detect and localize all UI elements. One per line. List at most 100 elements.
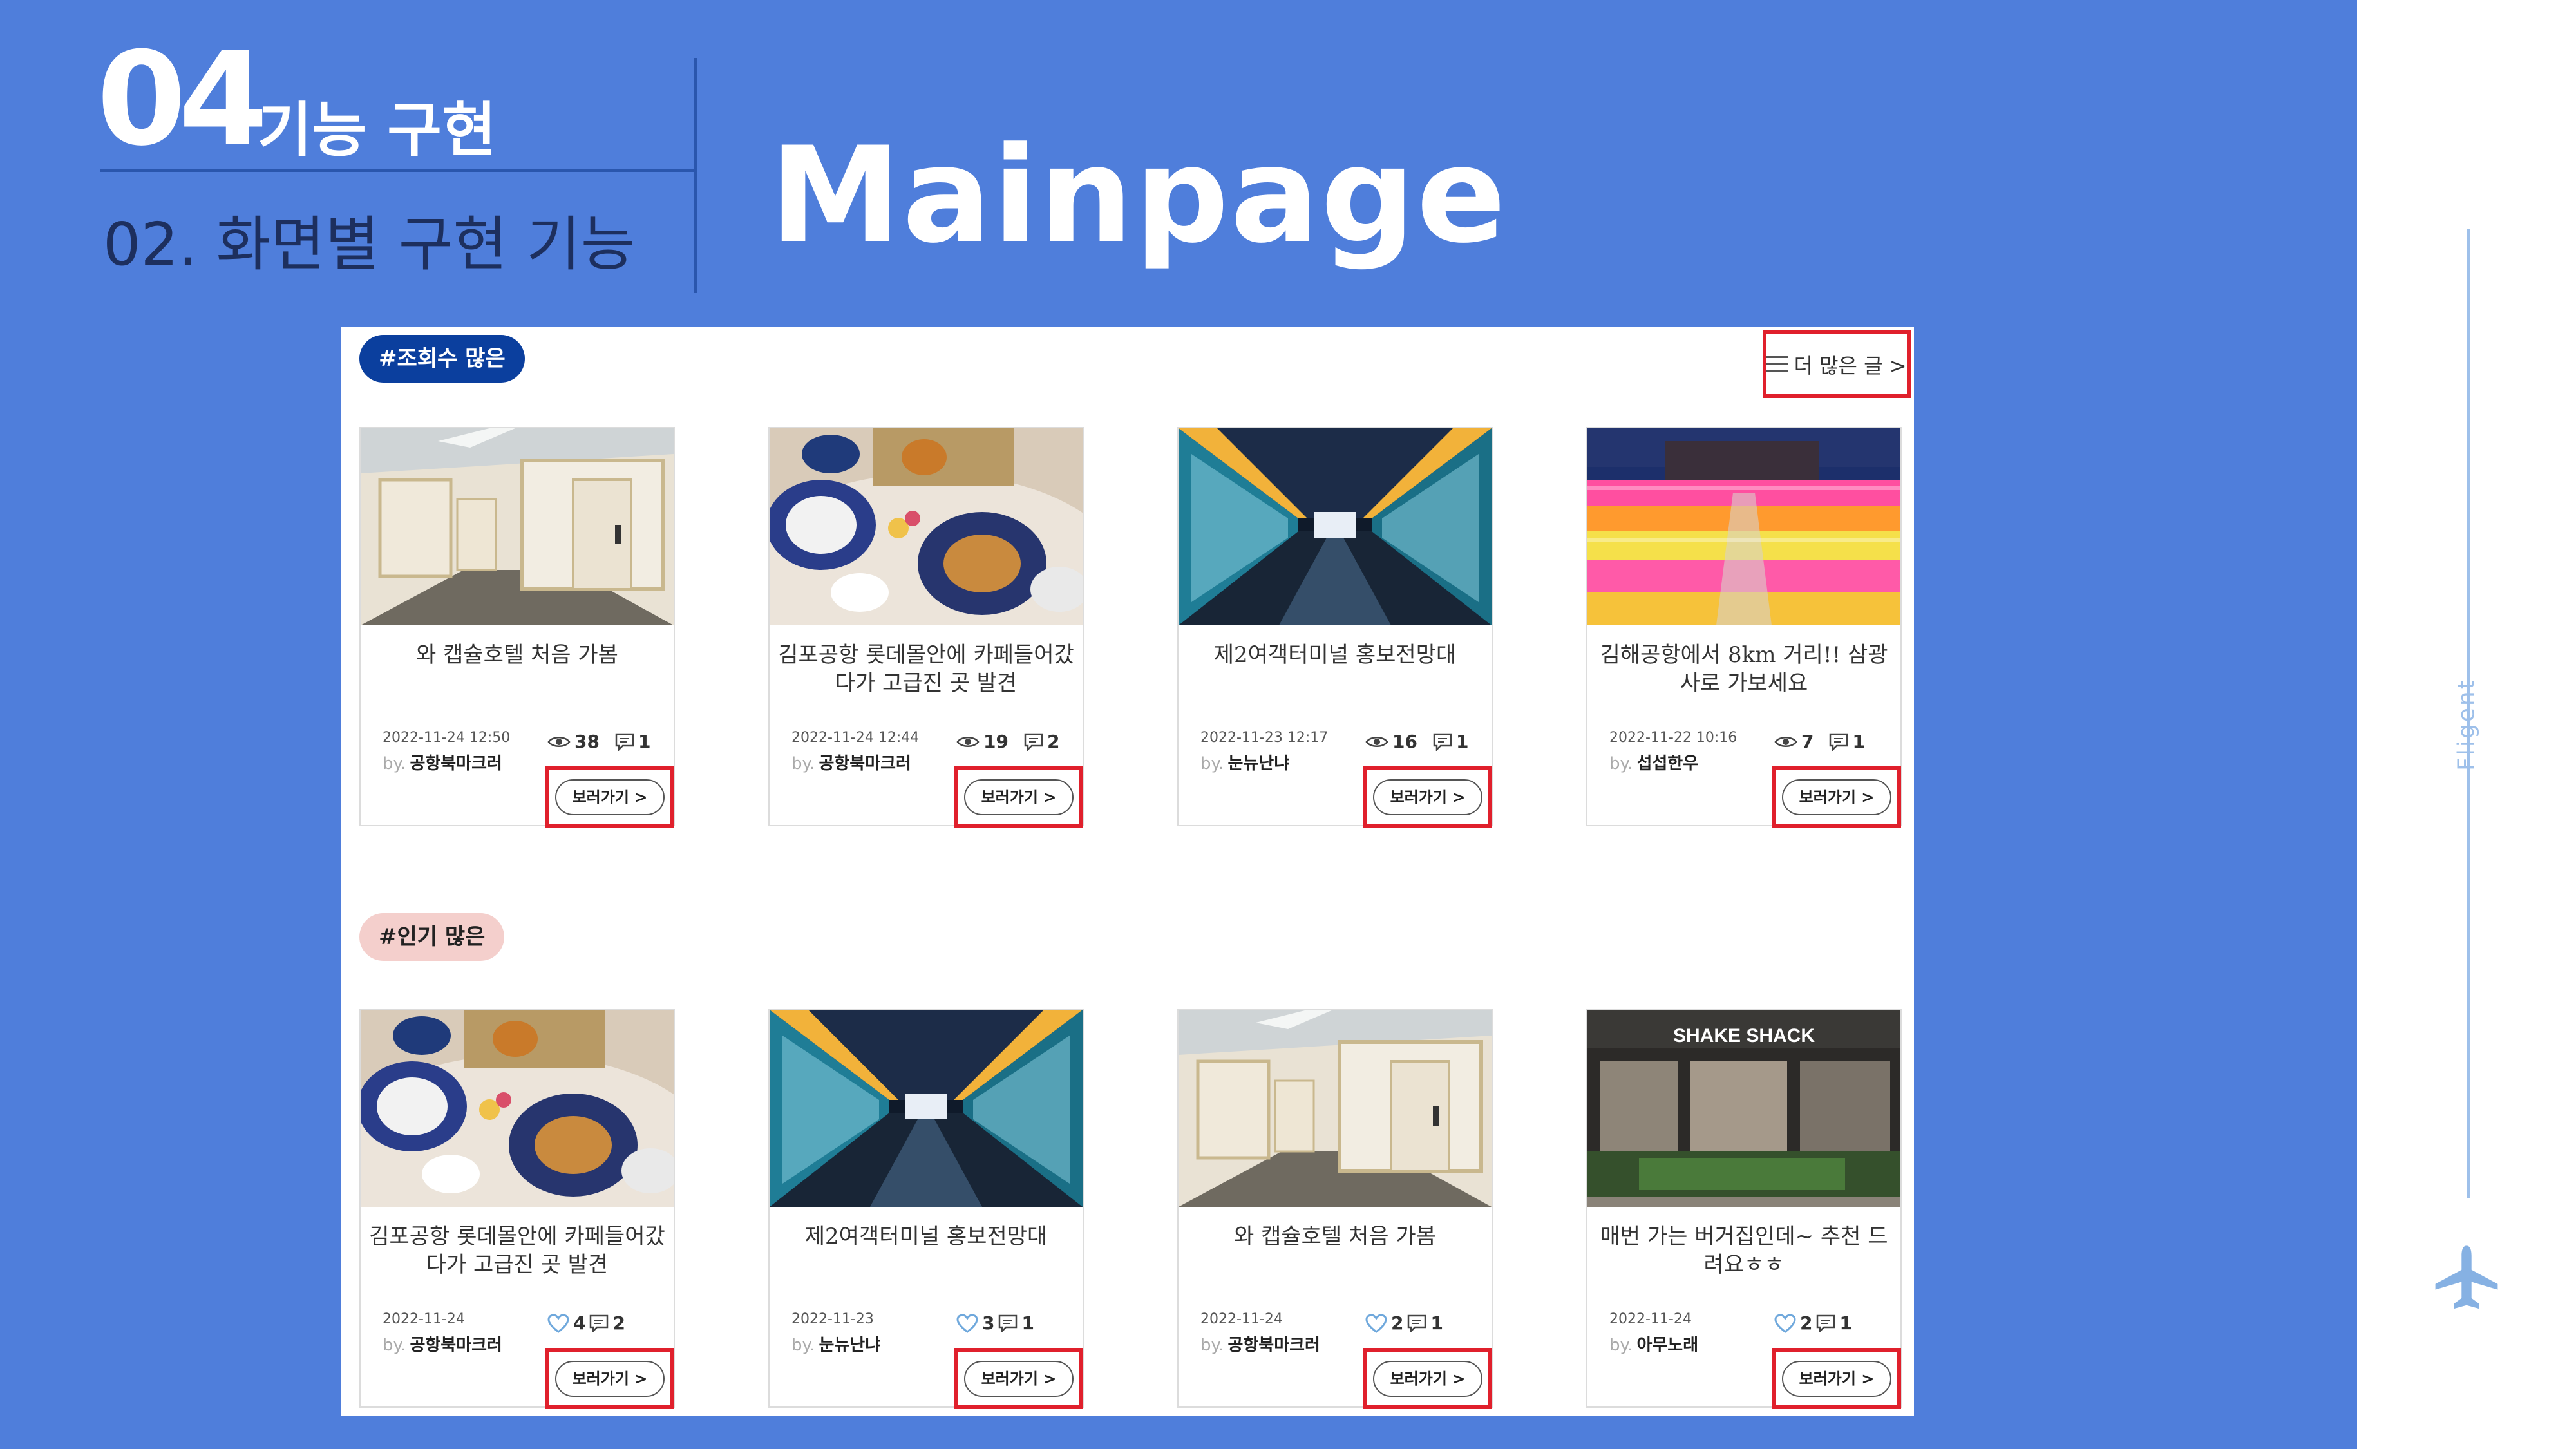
post-card[interactable]: 제2여객터미널 홍보전망대 2022-11-23 by. 눈뉴난냐 31 보러가기… <box>768 1009 1084 1409</box>
comment-icon <box>1408 1314 1426 1332</box>
comment-icon <box>590 1314 609 1332</box>
eye-icon <box>547 736 571 747</box>
post-card[interactable]: 제2여객터미널 홍보전망대 2022-11-23 12:17 by. 눈뉴난냐 1… <box>1177 427 1493 828</box>
post-thumbnail[interactable] <box>361 428 674 625</box>
by-prefix: by. <box>383 754 406 773</box>
post-stats: 42 <box>547 1312 625 1334</box>
post-thumbnail[interactable] <box>770 428 1083 625</box>
heart-icon <box>1365 1313 1387 1333</box>
highlight-box: 보러가기 > <box>954 766 1083 828</box>
comment-count: 1 <box>638 731 651 752</box>
post-thumbnail[interactable] <box>361 1010 674 1207</box>
view-post-button[interactable]: 보러가기 > <box>964 1360 1074 1397</box>
tag-most-popular: #인기 많은 <box>359 913 505 961</box>
shop-sign: SHAKE SHACK <box>1673 1025 1815 1046</box>
header-divider <box>100 169 696 172</box>
section-subtitle: 02. 화면별 구현 기능 <box>103 210 636 279</box>
view-post-button[interactable]: 보러가기 > <box>964 779 1074 815</box>
view-post-button[interactable]: 보러가기 > <box>1373 1360 1482 1397</box>
post-thumbnail[interactable] <box>1587 428 1900 625</box>
like-count: 2 <box>1391 1312 1404 1334</box>
more-posts-link[interactable]: 더 많은 글 > <box>1763 330 1911 398</box>
comment-count: 1 <box>1430 1312 1443 1334</box>
highlight-box: 보러가기 > <box>1363 766 1492 828</box>
post-title: 와 캡슐호텔 처음 가봄 <box>416 642 618 668</box>
comment-icon <box>1830 733 1848 751</box>
by-prefix: by. <box>383 1336 406 1355</box>
post-thumbnail[interactable] <box>1179 1010 1492 1207</box>
airplane-icon <box>2435 1245 2498 1309</box>
view-post-button[interactable]: 보러가기 > <box>555 779 665 815</box>
highlight-box: 보러가기 > <box>1772 766 1901 828</box>
by-prefix: by. <box>791 1336 815 1355</box>
post-date: 2022-11-24 12:50 <box>383 730 511 746</box>
post-date: 2022-11-24 12:44 <box>791 730 920 746</box>
post-card[interactable]: 와 캡슐호텔 처음 가봄 2022-11-24 12:50 by. 공항북마크러 … <box>359 427 675 828</box>
author-name: 공항북마크러 <box>410 754 502 773</box>
post-stats: 16 1 <box>1365 731 1468 752</box>
post-author: by. 공항북마크러 <box>1200 1332 1320 1356</box>
post-author: by. 눈뉴난냐 <box>791 1332 880 1356</box>
post-author: by. 공항북마크러 <box>383 750 502 774</box>
post-stats: 38 1 <box>547 731 650 752</box>
mainpage-screenshot: #조회수 많은 더 많은 글 > 와 캡슐호텔 처음 가봄 2022-11-24… <box>341 327 1914 1416</box>
section-title: 기능 구현 <box>258 96 497 165</box>
comment-count: 1 <box>1455 731 1469 752</box>
post-author: by. 눈뉴난냐 <box>1200 750 1289 774</box>
post-thumbnail[interactable]: SHAKE SHACK <box>1587 1010 1900 1207</box>
comment-count: 1 <box>1852 731 1865 752</box>
post-stats: 31 <box>956 1312 1034 1334</box>
eye-icon <box>1365 736 1388 747</box>
eye-icon <box>956 736 980 747</box>
by-prefix: by. <box>1609 1336 1633 1355</box>
post-date: 2022-11-24 <box>1609 1311 1692 1327</box>
post-title: 김포공항 롯데몰안에 카페들어갔다가 고급진 곳 발견 <box>778 642 1074 696</box>
author-name: 눈뉴난냐 <box>1227 754 1290 773</box>
post-card[interactable]: 김포공항 롯데몰안에 카페들어갔다가 고급진 곳 발견 2022-11-24 b… <box>359 1009 675 1409</box>
view-count: 16 <box>1392 731 1417 752</box>
view-count: 19 <box>983 731 1009 752</box>
comment-count: 1 <box>1021 1312 1034 1334</box>
post-card[interactable]: SHAKE SHACK 매번 가는 버거집인데~ 추천 드려요ㅎㅎ 2022-1… <box>1586 1009 1902 1409</box>
highlight-box: 보러가기 > <box>545 1348 674 1409</box>
heart-icon <box>956 1313 978 1333</box>
comment-count: 2 <box>1046 731 1060 752</box>
post-title: 와 캡슐호텔 처음 가봄 <box>1234 1224 1436 1249</box>
comment-icon <box>1024 733 1043 751</box>
post-card[interactable]: 김해공항에서 8km 거리!! 삼광사로 가보세요 2022-11-22 10:… <box>1586 427 1902 828</box>
post-thumbnail[interactable] <box>1179 428 1492 625</box>
highlight-box: 보러가기 > <box>954 1348 1083 1409</box>
header-vertical-divider <box>694 58 697 293</box>
post-card[interactable]: 와 캡슐호텔 처음 가봄 2022-11-24 by. 공항북마크러 21 보러가… <box>1177 1009 1493 1409</box>
post-author: by. 아무노래 <box>1609 1332 1698 1356</box>
like-count: 2 <box>1800 1312 1813 1334</box>
author-name: 눈뉴난냐 <box>819 1336 881 1355</box>
section-number: 04 <box>97 24 268 175</box>
list-icon <box>1766 355 1789 374</box>
view-post-button[interactable]: 보러가기 > <box>1373 779 1482 815</box>
post-title: 김포공항 롯데몰안에 카페들어갔다가 고급진 곳 발견 <box>369 1224 665 1278</box>
tag-most-viewed: #조회수 많은 <box>359 335 525 383</box>
post-card[interactable]: 김포공항 롯데몰안에 카페들어갔다가 고급진 곳 발견 2022-11-24 1… <box>768 427 1084 828</box>
post-author: by. 공항북마크러 <box>791 750 911 774</box>
eye-icon <box>1774 736 1797 747</box>
author-name: 공항북마크러 <box>410 1336 502 1355</box>
post-title: 김해공항에서 8km 거리!! 삼광사로 가보세요 <box>1600 642 1888 696</box>
author-name: 공항북마크러 <box>819 754 911 773</box>
view-post-button[interactable]: 보러가기 > <box>1782 1360 1891 1397</box>
post-date: 2022-11-22 10:16 <box>1609 730 1738 746</box>
post-thumbnail[interactable] <box>770 1010 1083 1207</box>
post-title: 매번 가는 버거집인데~ 추천 드려요ㅎㅎ <box>1600 1224 1888 1278</box>
comment-icon <box>615 733 634 751</box>
post-stats: 21 <box>1774 1312 1852 1334</box>
by-prefix: by. <box>791 754 815 773</box>
by-prefix: by. <box>1609 754 1633 773</box>
highlight-box: 보러가기 > <box>545 766 674 828</box>
like-count: 4 <box>573 1312 586 1334</box>
post-stats: 19 2 <box>956 731 1059 752</box>
post-date: 2022-11-23 <box>791 1311 874 1327</box>
view-post-button[interactable]: 보러가기 > <box>1782 779 1891 815</box>
post-author: by. 공항북마크러 <box>383 1332 502 1356</box>
post-title: 제2여객터미널 홍보전망대 <box>804 1224 1048 1249</box>
view-post-button[interactable]: 보러가기 > <box>555 1360 665 1397</box>
